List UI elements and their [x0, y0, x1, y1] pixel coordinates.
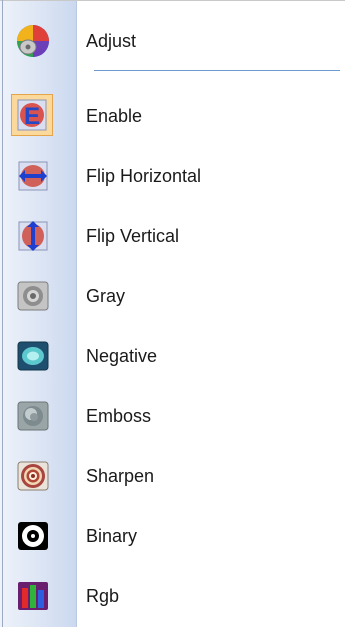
- menu-item-label: Enable: [86, 106, 143, 126]
- menu-item-label: Emboss: [86, 406, 152, 426]
- menu-item-binary[interactable]: Binary: [0, 509, 345, 563]
- menu-item-label: Gray: [86, 286, 126, 306]
- menu-item-adjust[interactable]: Adjust: [0, 14, 345, 68]
- menu-top-border: [0, 0, 345, 1]
- sharpen-filter-icon: [15, 458, 51, 494]
- context-menu: Adjust E Enable Flip Horizontal Flip Ver…: [0, 0, 345, 627]
- svg-text:E: E: [24, 103, 40, 130]
- menu-item-label: Binary: [86, 526, 138, 546]
- flip-vertical-icon: [15, 218, 51, 254]
- menu-item-negative[interactable]: Negative: [0, 329, 345, 383]
- menu-item-enable[interactable]: E Enable: [0, 89, 345, 143]
- menu-item-label: Flip Vertical: [86, 226, 180, 246]
- menu-item-label: Rgb: [86, 586, 120, 606]
- flip-horizontal-icon: [15, 158, 51, 194]
- menu-item-label: Sharpen: [86, 466, 155, 486]
- negative-filter-icon: [15, 338, 51, 374]
- menu-item-label: Flip Horizontal: [86, 166, 202, 186]
- menu-separator: [94, 70, 340, 71]
- enable-icon: E: [11, 94, 53, 136]
- menu-item-rgb[interactable]: Rgb: [0, 569, 345, 623]
- menu-item-emboss[interactable]: Emboss: [0, 389, 345, 443]
- emboss-filter-icon: [15, 398, 51, 434]
- menu-item-gray[interactable]: Gray: [0, 269, 345, 323]
- menu-item-label: Negative: [86, 346, 158, 366]
- menu-item-flip-vertical[interactable]: Flip Vertical: [0, 209, 345, 263]
- binary-filter-icon: [15, 518, 51, 554]
- rgb-filter-icon: [15, 578, 51, 614]
- gray-filter-icon: [15, 278, 51, 314]
- adjust-color-wheel-icon: [15, 23, 51, 59]
- menu-item-flip-horizontal[interactable]: Flip Horizontal: [0, 149, 345, 203]
- menu-item-label: Adjust: [86, 31, 137, 51]
- menu-item-sharpen[interactable]: Sharpen: [0, 449, 345, 503]
